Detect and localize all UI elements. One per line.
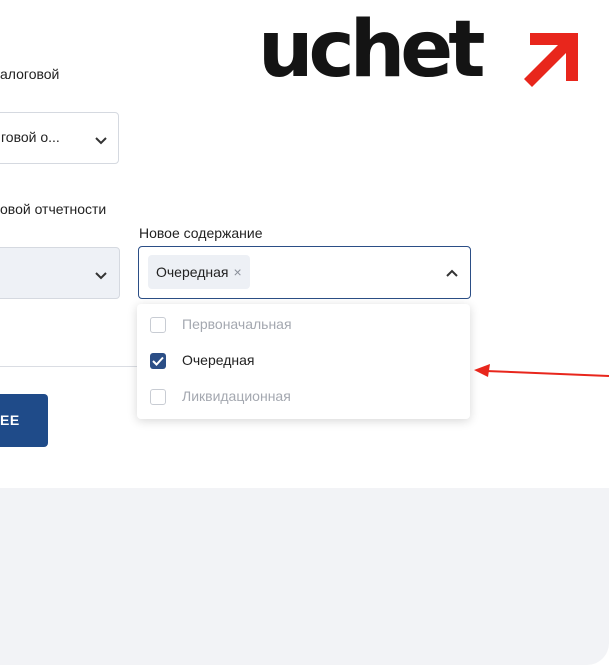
checkbox-unchecked[interactable] [150,389,166,405]
chevron-down-icon [95,272,107,280]
chevron-up-icon[interactable] [446,269,458,277]
screen: uchet алоговой говой о... овой отчетност… [0,0,609,665]
report-select[interactable] [0,247,120,299]
divider [0,366,140,367]
logo-wordmark: uchet [258,5,485,95]
field-label-report: овой отчетности [0,201,107,217]
option-ocherednaya[interactable]: Очередная [137,343,470,379]
chevron-down-icon [95,137,107,145]
option-likvidatsionnaya[interactable]: Ликвидационная [137,379,470,415]
new-content-select[interactable]: Очередная × [138,246,471,299]
submit-button[interactable]: EE [0,394,48,447]
new-content-label: Новое содержание [139,225,263,241]
tax-select[interactable]: говой о... [0,112,119,164]
checkbox-unchecked[interactable] [150,317,166,333]
chip-remove-icon[interactable]: × [234,264,242,280]
footer-area [0,488,609,665]
checkbox-checked[interactable] [150,353,166,369]
annotation-arrow-icon [474,364,609,377]
field-label-tax: алоговой [0,66,60,82]
option-pervonachalnaya[interactable]: Первоначальная [137,307,470,343]
form-panel: uchet алоговой говой о... овой отчетност… [0,0,609,488]
option-label: Первоначальная [182,316,292,332]
chip-label: Очередная [156,264,229,280]
option-label: Ликвидационная [182,388,291,404]
selected-chip: Очередная × [148,255,250,289]
option-label: Очередная [182,352,255,368]
checkmark-icon [152,356,164,366]
tax-select-value: говой о... [1,129,60,145]
logo-arrow-icon [524,33,578,87]
options-dropdown: Первоначальная Очередная Ликвидационная [137,304,470,419]
